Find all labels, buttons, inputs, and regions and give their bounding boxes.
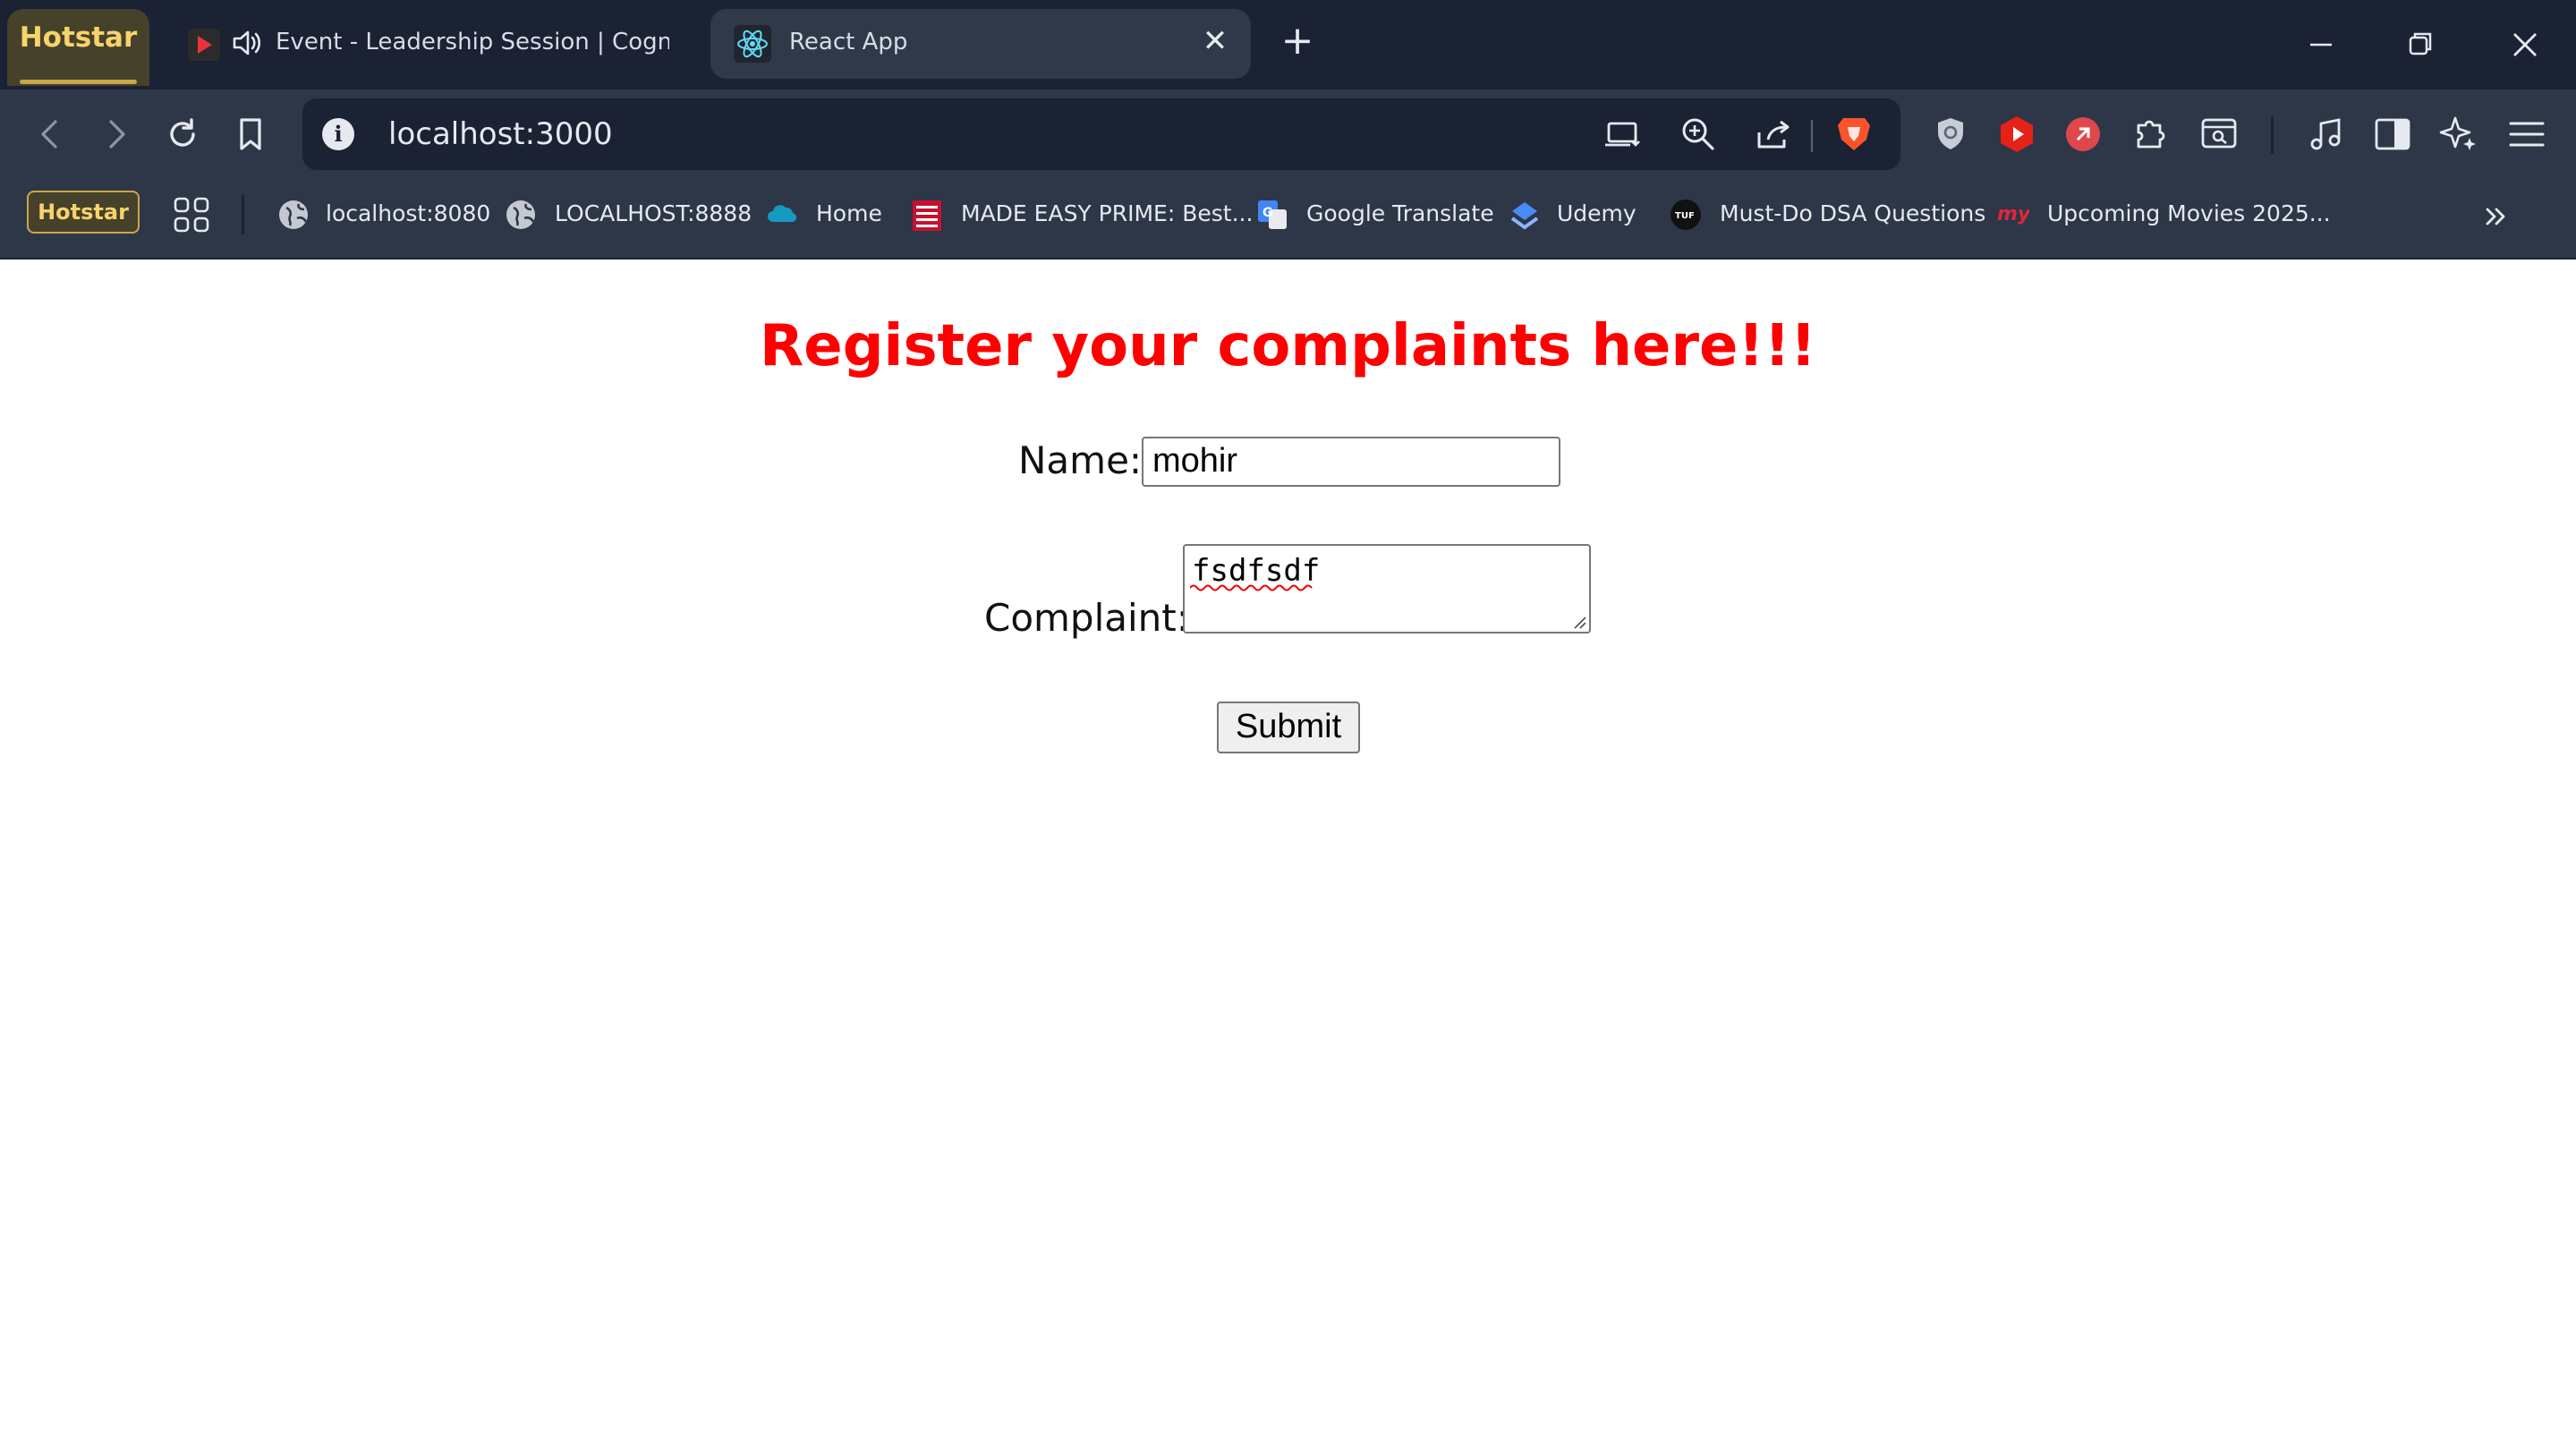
bookmark-label: Upcoming Movies 2025... — [2047, 200, 2331, 226]
resize-grip-icon[interactable] — [1571, 614, 1587, 630]
page-heading: Register your complaints here!!! — [760, 313, 1816, 379]
bookmark-label: localhost:8080 — [326, 200, 491, 226]
back-icon[interactable] — [27, 111, 73, 157]
omnibox-divider — [1811, 120, 1813, 152]
address-url[interactable]: localhost:3000 — [388, 116, 613, 152]
salesforce-cloud-icon — [768, 205, 797, 223]
toolbar-divider — [2271, 116, 2274, 154]
bookmark-item[interactable]: LOCALHOST:8888 — [505, 197, 752, 236]
bookmark-item[interactable]: TUF Must-Do DSA Questions — [1670, 197, 1985, 236]
forward-icon[interactable] — [93, 111, 140, 157]
tab-group-label: Hotstar — [19, 21, 138, 54]
install-app-icon[interactable] — [1600, 111, 1646, 157]
name-input[interactable]: mohir — [1142, 437, 1560, 487]
bookmark-item[interactable]: localhost:8080 — [277, 197, 490, 236]
spellcheck-underline — [1190, 584, 1313, 591]
tab-group-underline — [20, 80, 137, 84]
play-logo-icon — [188, 29, 220, 61]
zoom-icon[interactable] — [1675, 111, 1722, 157]
bookmark-label: MADE EASY PRIME: Best... — [961, 200, 1254, 226]
google-translate-icon: G — [1258, 200, 1287, 229]
name-label: Name: — [1018, 438, 1143, 482]
bookmark-item[interactable]: Home — [766, 197, 882, 236]
bookmark-item[interactable]: MADE EASY PRIME: Best... — [911, 197, 1253, 236]
svg-text:TUF: TUF — [1675, 211, 1695, 221]
minimize-button[interactable] — [2294, 18, 2348, 72]
extensions-icon[interactable] — [2128, 111, 2174, 157]
share-icon[interactable] — [1750, 111, 1797, 157]
submit-button[interactable]: Submit — [1217, 701, 1360, 753]
apps-grid-icon[interactable] — [170, 193, 213, 236]
address-bar[interactable]: i localhost:3000 — [302, 98, 1900, 170]
udemy-icon — [1510, 202, 1539, 230]
leo-ai-icon[interactable] — [2436, 111, 2482, 157]
my-icon: my — [1997, 203, 2029, 225]
more-bookmarks-icon[interactable] — [2478, 199, 2514, 234]
tab-react-app[interactable]: React App ✕ — [710, 9, 1251, 79]
vpn-shield-icon[interactable] — [1927, 111, 1974, 157]
tab-strip: Hotstar Event - Leadership Session | Cog… — [0, 0, 2576, 89]
tab-title: React App — [789, 29, 908, 55]
reload-icon[interactable] — [159, 111, 206, 157]
bookmark-item[interactable]: G Google Translate — [1256, 197, 1494, 236]
brave-shields-icon[interactable] — [1831, 111, 1877, 157]
speaker-icon[interactable] — [231, 27, 263, 59]
globe-icon — [279, 200, 308, 229]
screenshot-icon[interactable] — [2196, 111, 2242, 157]
music-icon[interactable] — [2303, 111, 2350, 157]
toolbar: i localhost:3000 — [0, 89, 2576, 179]
close-tab-icon[interactable]: ✕ — [1199, 25, 1231, 57]
youtube-extension-icon[interactable] — [1994, 111, 2040, 157]
tab-title: Event - Leadership Session | Cognizant-E — [276, 29, 669, 55]
globe-icon — [506, 200, 535, 229]
close-window-button[interactable] — [2498, 18, 2552, 72]
new-tab-button[interactable]: + — [1278, 21, 1317, 61]
bookmark-group-hotstar[interactable]: Hotstar — [27, 191, 140, 234]
red-extension-icon[interactable] — [2060, 111, 2106, 157]
tab-event[interactable]: Event - Leadership Session | Cognizant-E — [170, 9, 680, 79]
react-logo-icon — [734, 25, 771, 63]
svg-text:my: my — [1997, 203, 2029, 225]
site-info-icon[interactable]: i — [322, 118, 354, 150]
bookmark-item[interactable]: Udemy — [1509, 197, 1643, 236]
sidebar-icon[interactable] — [2369, 111, 2416, 157]
restore-button[interactable] — [2394, 18, 2448, 72]
tab-group-hotstar[interactable]: Hotstar — [7, 9, 149, 86]
bookmark-icon[interactable] — [227, 111, 274, 157]
menu-icon[interactable] — [2504, 111, 2550, 157]
made-easy-icon — [913, 200, 941, 231]
tuf-icon: TUF — [1671, 200, 1701, 230]
svg-text:G: G — [1262, 206, 1273, 220]
bookmark-label: Udemy — [1557, 200, 1637, 226]
bookmark-item[interactable]: my Upcoming Movies 2025... — [1997, 197, 2331, 236]
bookmark-label: LOCALHOST:8888 — [555, 200, 752, 226]
bookmarks-divider — [242, 195, 244, 234]
bookmark-label: Home — [816, 200, 882, 226]
bookmarks-bar: Hotstar localhost:8080 LOCALHOST:8888 Ho… — [0, 179, 2576, 259]
page-content: Register your complaints here!!! Name: m… — [0, 259, 2576, 1437]
complaint-label: Complaint: — [984, 596, 1189, 640]
bookmark-label: Google Translate — [1306, 200, 1494, 226]
bookmark-label: Must-Do DSA Questions — [1720, 200, 1986, 226]
